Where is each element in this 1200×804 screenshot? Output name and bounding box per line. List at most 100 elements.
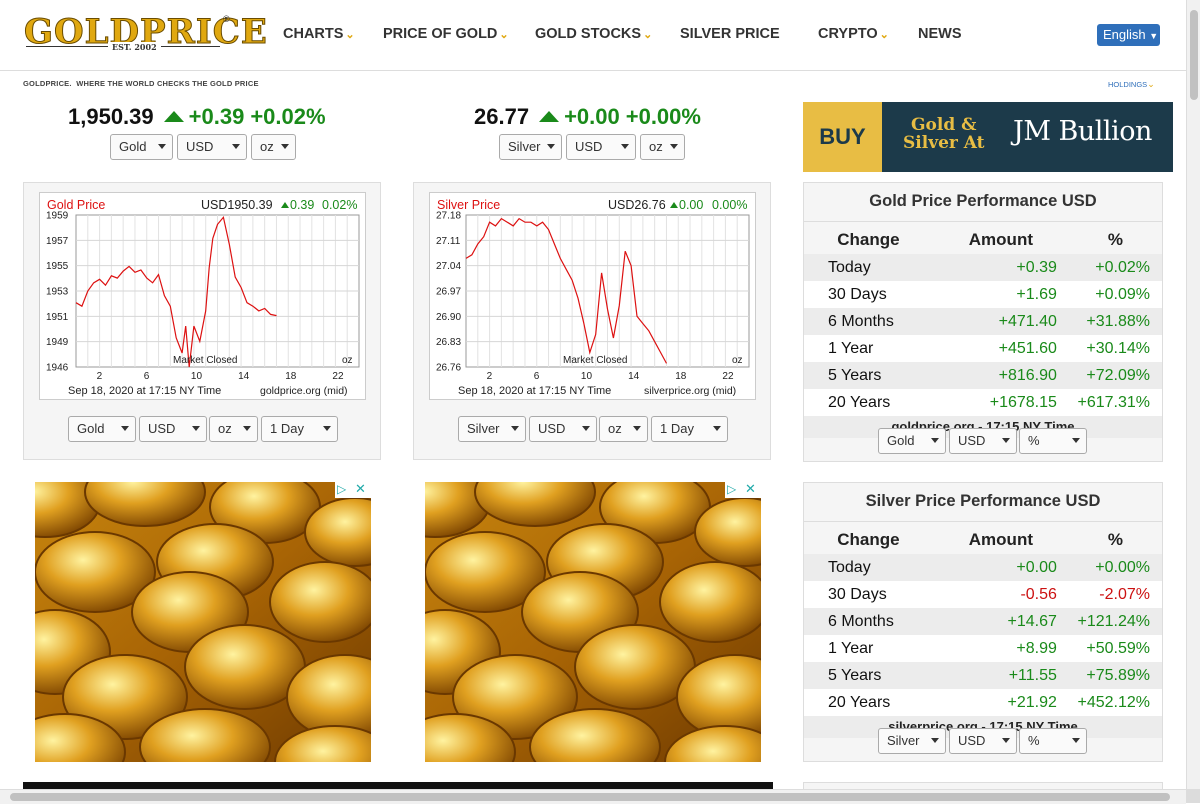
top-navigation-bar: GOLDPRICE ® EST. 2002 CHARTS ⌄ PRICE OF G… [0, 0, 1186, 71]
close-icon[interactable]: ✕ [745, 482, 756, 497]
row-pct: +75.89% [1068, 662, 1162, 689]
silver-perf-mode-select[interactable]: % [1019, 728, 1087, 754]
silver-unit-select[interactable]: oz [640, 134, 685, 160]
gold-chart[interactable]: Gold Price USD1950.39 0.39 0.02% 1959 195… [39, 192, 366, 400]
select-value: oz [608, 421, 622, 436]
gold-chart-metal-select[interactable]: Gold [68, 416, 136, 442]
scroll-thumb[interactable] [10, 793, 1170, 801]
column-header: Amount [968, 230, 1033, 249]
row-amount: +1.69 [932, 281, 1069, 308]
panel-title: Silver Price Performance USD [804, 483, 1162, 522]
row-pct: +0.00% [1068, 554, 1162, 581]
nav-label: CRYPTO [818, 26, 878, 42]
table-row: 6 Months +14.67 +121.24% [804, 608, 1162, 635]
y-tick-label: 1955 [46, 261, 69, 272]
nav-news[interactable]: NEWS [918, 26, 962, 42]
row-label: 5 Years [804, 662, 933, 689]
silver-currency-select[interactable]: USD [566, 134, 636, 160]
x-tick-label: 2 [487, 371, 493, 382]
chart-quote: USD1950.39 [201, 198, 273, 212]
chevron-down-icon [1072, 438, 1080, 443]
y-tick-label: 1949 [46, 337, 69, 348]
gold-perf-metal-select[interactable]: Gold [878, 428, 946, 454]
jm-bullion-banner[interactable]: BUY Gold & Silver At JM Bullion [803, 102, 1173, 172]
chevron-down-icon [582, 426, 590, 431]
gold-chart-unit-select[interactable]: oz [209, 416, 258, 442]
x-tick-label: 10 [581, 371, 593, 382]
nav-silver-price[interactable]: SILVER PRICE [680, 26, 780, 42]
language-select[interactable]: English ▼ [1097, 24, 1160, 46]
silver-perf-currency-select[interactable]: USD [949, 728, 1017, 754]
select-value: oz [649, 139, 663, 154]
vertical-scrollbar[interactable] [1186, 0, 1200, 803]
silver-chart-range-select[interactable]: 1 Day [651, 416, 728, 442]
scroll-thumb[interactable] [1190, 10, 1198, 100]
goldprice-logo[interactable]: GOLDPRICE ® EST. 2002 [24, 12, 268, 56]
silver-perf-metal-select[interactable]: Silver [878, 728, 946, 754]
row-amount: +14.67 [932, 608, 1069, 635]
adchoices-icon[interactable]: ▷ [337, 482, 346, 496]
table-row: 1 Year +8.99 +50.59% [804, 635, 1162, 662]
silver-chart-unit-select[interactable]: oz [599, 416, 648, 442]
gold-change-pct: +0.02% [250, 104, 326, 129]
select-value: Silver [508, 139, 541, 154]
site-tagline: GOLDPRICE. WHERE THE WORLD CHECKS THE GO… [23, 79, 259, 88]
silver-price: 26.77 [474, 104, 530, 129]
chevron-down-icon [243, 426, 251, 431]
select-value: oz [260, 139, 274, 154]
silver-chart-currency-select[interactable]: USD [529, 416, 597, 442]
advertisement-gold-coins[interactable]: ▷ ✕ [35, 482, 371, 762]
nav-label: GOLD STOCKS [535, 26, 642, 42]
silver-change-pct: +0.00% [625, 104, 701, 129]
table-row: 30 Days +1.69 +0.09% [804, 281, 1162, 308]
gold-currency-select[interactable]: USD [177, 134, 247, 160]
banner-tagline: Gold & Silver At [903, 116, 985, 152]
row-pct: +121.24% [1068, 608, 1162, 635]
chevron-down-icon [670, 144, 678, 149]
close-icon[interactable]: ✕ [355, 482, 366, 497]
row-pct: +72.09% [1068, 362, 1162, 389]
advertisement-gold-coins[interactable]: ▷ ✕ [425, 482, 761, 762]
silver-metal-select[interactable]: Silver [499, 134, 562, 160]
ad-controls: ▷ ✕ [335, 482, 371, 498]
table-row: 20 Years +21.92 +452.12% [804, 689, 1162, 716]
table-header-row: Change Amount % [804, 526, 1162, 554]
triangle-up-icon [163, 110, 184, 122]
nav-crypto[interactable]: CRYPTO ⌄ [818, 26, 889, 42]
row-pct: -2.07% [1068, 581, 1162, 608]
gold-perf-mode-select[interactable]: % [1019, 428, 1087, 454]
row-amount: +11.55 [932, 662, 1069, 689]
gold-coins-image [35, 482, 371, 762]
nav-gold-stocks[interactable]: GOLD STOCKS ⌄ [535, 26, 652, 42]
table-row: 5 Years +11.55 +75.89% [804, 662, 1162, 689]
chart-change-pct: 0.00% [712, 198, 747, 212]
gold-chart-range-select[interactable]: 1 Day [261, 416, 338, 442]
row-label: 5 Years [804, 362, 933, 389]
panel-title: Gold Price Performance USD [804, 183, 1162, 222]
nav-label: PRICE OF GOLD [383, 26, 498, 42]
select-value: Silver [887, 733, 920, 748]
gold-unit-select[interactable]: oz [251, 134, 296, 160]
chart-change-pct: 0.02% [322, 198, 357, 212]
gold-price: 1,950.39 [68, 104, 154, 129]
nav-charts[interactable]: CHARTS ⌄ [283, 26, 355, 42]
gold-metal-select[interactable]: Gold [110, 134, 173, 160]
holdings-link[interactable]: HOLDINGS⌄ [1108, 79, 1155, 90]
silver-chart-metal-select[interactable]: Silver [458, 416, 526, 442]
y-tick-label: 26.97 [436, 287, 461, 298]
unit-label: oz [732, 355, 743, 366]
row-label: 20 Years [804, 389, 933, 416]
gold-chart-currency-select[interactable]: USD [139, 416, 207, 442]
silver-chart[interactable]: Silver Price USD26.76 0.00 0.00% 27.18 27… [429, 192, 756, 400]
horizontal-scrollbar[interactable] [0, 789, 1186, 804]
tagline-text: WHERE THE WORLD CHECKS THE GOLD PRICE [76, 79, 259, 88]
nav-price-of-gold[interactable]: PRICE OF GOLD ⌄ [383, 26, 509, 42]
adchoices-icon[interactable]: ▷ [727, 482, 736, 496]
market-status: Market Closed [563, 355, 627, 366]
select-value: % [1028, 733, 1040, 748]
language-label: English [1103, 27, 1146, 42]
column-header: Amount [968, 530, 1033, 549]
row-pct: +30.14% [1068, 335, 1162, 362]
chevron-down-icon: ⌄ [345, 29, 355, 41]
gold-perf-currency-select[interactable]: USD [949, 428, 1017, 454]
